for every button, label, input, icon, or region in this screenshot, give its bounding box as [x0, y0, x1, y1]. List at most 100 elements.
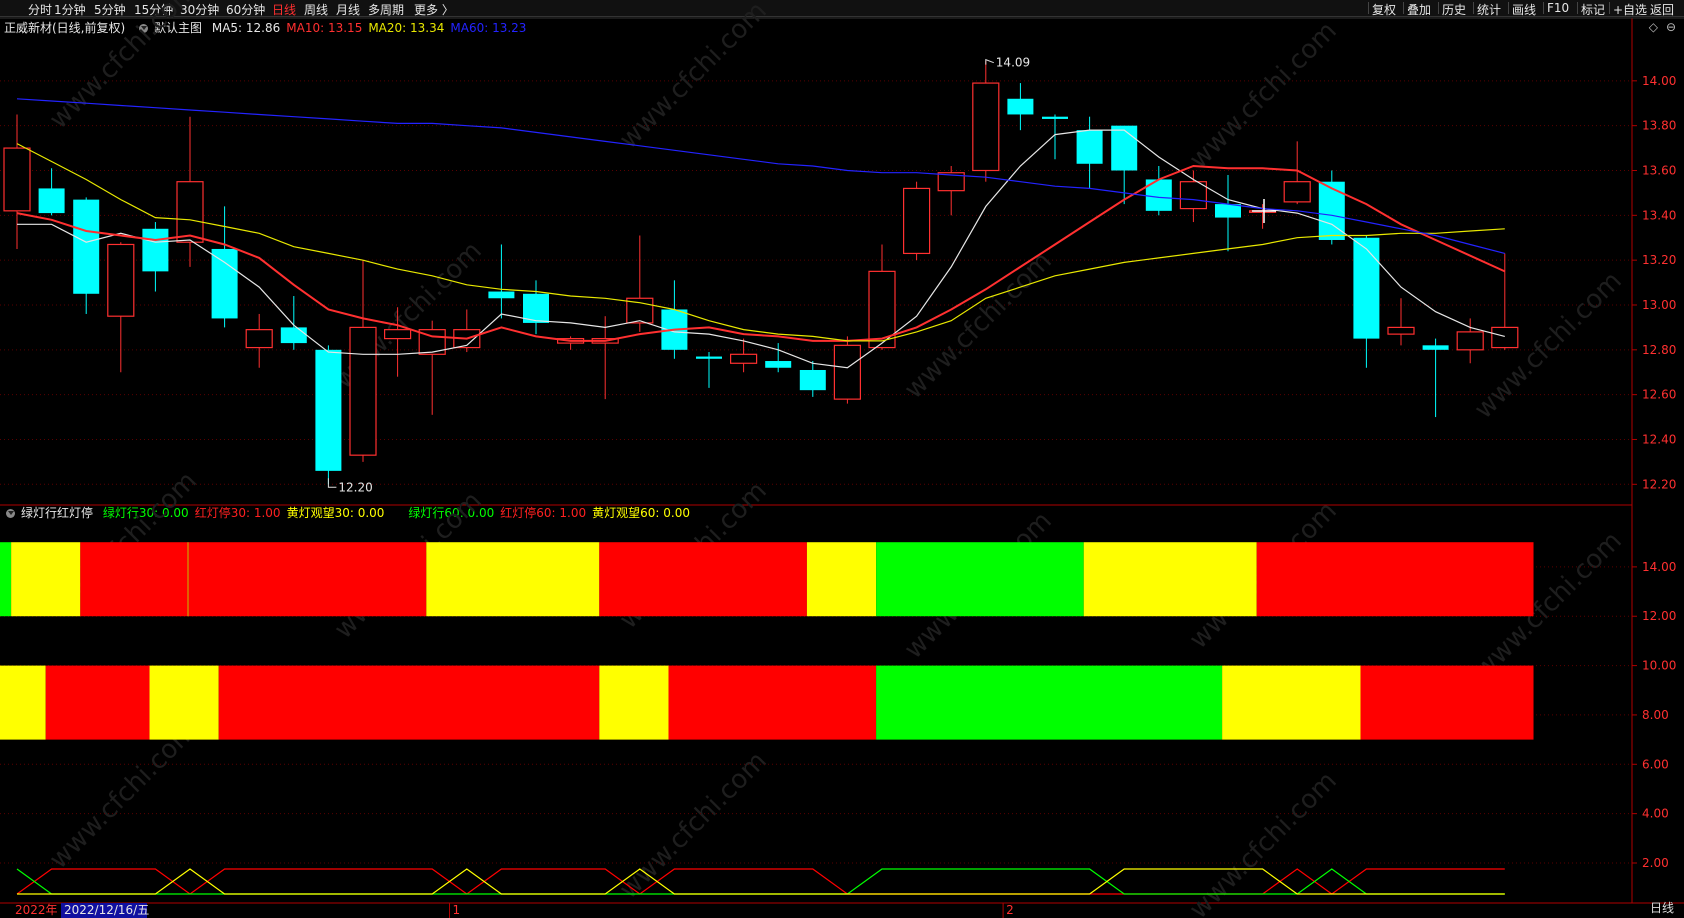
band60-segment: [45, 665, 150, 740]
price-tick-label: 13.40: [1642, 208, 1676, 222]
candle-body: [799, 369, 826, 391]
candle-body: [142, 228, 169, 272]
price-tick-label: 13.20: [1642, 253, 1676, 267]
candle: [1042, 114, 1068, 160]
candle: [488, 244, 515, 319]
signal-line-0: [16, 868, 1505, 895]
candle-body: [176, 181, 204, 243]
candle-body: [1111, 125, 1138, 171]
price-tick-label: 13.80: [1642, 119, 1676, 133]
candle-body: [1456, 331, 1484, 351]
watermark: www.cfchi.com: [44, 0, 203, 135]
candle-body: [1007, 98, 1034, 115]
watermark: www.cfchi.com: [44, 716, 203, 875]
candle-body: [1387, 326, 1415, 335]
watermark: www.cfchi.com: [1184, 16, 1343, 175]
candle-body: [1353, 237, 1380, 339]
candle-body: [349, 326, 377, 456]
candle: [1387, 298, 1415, 346]
candle-body: [1215, 204, 1241, 218]
candle-body: [384, 329, 412, 340]
candle-body: [1076, 130, 1103, 164]
indicator-tick-label: 8.00: [1642, 708, 1669, 722]
candle: [696, 352, 722, 388]
candle: [142, 222, 169, 292]
signal-line-2: [17, 868, 1505, 895]
candle: [315, 345, 342, 485]
candle: [176, 116, 204, 267]
band30-segment: [426, 542, 600, 617]
cursor-crosshair: [1252, 199, 1276, 223]
watermark: www.cfchi.com: [1184, 766, 1343, 918]
band30-segment: [1083, 542, 1257, 617]
candle: [3, 114, 31, 249]
price-tick-label: 13.60: [1642, 163, 1676, 177]
indicator-tick-label: 12.00: [1642, 609, 1676, 623]
chart-svg: 14.00 13.80 13.60 13.40 13.20 13.00 12.80 12.60…: [0, 0, 1684, 918]
indicator-tick-label: 14.00: [1642, 560, 1676, 574]
price-tick-label: 12.60: [1642, 388, 1676, 402]
candle: [418, 320, 446, 415]
signal-line-1: [16, 868, 1505, 895]
watermark: www.cfchi.com: [614, 746, 773, 905]
band30-segment: [80, 542, 427, 617]
candle: [799, 361, 826, 397]
band60-segment: [218, 665, 600, 740]
price-tick-label: 12.80: [1642, 343, 1676, 357]
band60-segment: [876, 665, 1223, 740]
candle: [245, 313, 273, 368]
band30-segment: [599, 542, 807, 617]
candle-body: [107, 243, 135, 317]
ma-line-ma10: [16, 164, 1506, 342]
high-label: 14.09: [996, 56, 1030, 70]
candle-body: [211, 248, 238, 319]
band30-segment: [1256, 542, 1534, 617]
candle: [1179, 170, 1208, 223]
candle-body: [38, 188, 65, 214]
candle: [523, 280, 549, 335]
watermark: www.cfchi.com: [614, 0, 773, 155]
band30-segment: [11, 542, 81, 617]
period-label[interactable]: 日线: [1650, 899, 1674, 916]
candle: [626, 235, 654, 332]
candle-body: [315, 349, 342, 471]
band60-segment: [1222, 665, 1361, 740]
month-label: 2: [1006, 903, 1014, 917]
candle-body: [1283, 181, 1311, 203]
candle-body: [1042, 116, 1068, 119]
candle-body: [972, 82, 1000, 172]
candle: [902, 181, 931, 261]
price-tick-label: 13.00: [1642, 298, 1676, 312]
candle: [937, 166, 965, 216]
candle-body: [1179, 181, 1208, 210]
ma-line-ma20: [16, 143, 1505, 342]
band60-segment: [0, 665, 46, 740]
candle: [556, 336, 585, 350]
watermark: www.cfchi.com: [899, 246, 1058, 405]
candle: [38, 168, 65, 216]
low-label: 12.20: [338, 480, 372, 494]
band30-segment: [0, 542, 12, 617]
candle: [1007, 83, 1034, 131]
candle: [833, 336, 862, 404]
band30-segment: [806, 542, 877, 617]
candle-body: [280, 327, 307, 344]
band60-segment: [1360, 665, 1534, 740]
year-label: 2022年: [15, 903, 58, 917]
band60-segment: [599, 665, 669, 740]
candle: [1215, 174, 1241, 252]
band60-segment: [149, 665, 219, 740]
indicator-tick-label: 6.00: [1642, 757, 1669, 771]
candle: [73, 197, 100, 314]
price-tick-label: 14.00: [1642, 74, 1676, 88]
price-tick-label: 12.40: [1642, 432, 1676, 446]
candle: [1076, 116, 1103, 189]
high-marker: [985, 58, 994, 65]
low-marker: [327, 478, 337, 488]
indicator-tick-label: 2.00: [1642, 856, 1669, 870]
candle-body: [696, 356, 722, 359]
candle: [591, 316, 619, 400]
candle-body: [3, 147, 31, 212]
candle-body: [1422, 345, 1449, 350]
candle: [1456, 318, 1484, 364]
